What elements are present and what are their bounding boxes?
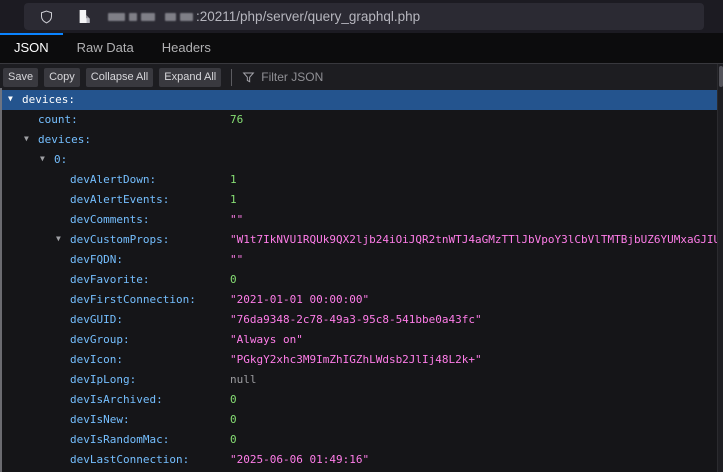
tab-raw-data[interactable]: Raw Data	[63, 33, 148, 63]
property-value: ""	[230, 250, 243, 270]
redacted-segment	[108, 13, 125, 21]
toolbar-buttons: Save Copy Collapse All Expand All	[3, 68, 227, 87]
copy-button[interactable]: Copy	[44, 68, 80, 87]
property-key: devIsRandomMac:	[70, 433, 169, 446]
tree-row-devFQDN[interactable]: ▼devFQDN:""	[0, 250, 717, 270]
property-value: "2021-01-01 00:00:00"	[230, 290, 369, 310]
tree-row-devLastConnection[interactable]: ▼devLastConnection:"2025-06-06 01:49:16"	[0, 450, 717, 470]
property-key: count:	[38, 113, 78, 126]
browser-toolbar: :20211/php/server/query_graphql.php	[0, 0, 723, 33]
tree-row-devComments[interactable]: ▼devComments:""	[0, 210, 717, 230]
property-value: "76da9348-2c78-49a3-95c8-541bbe0a43fc"	[230, 310, 482, 330]
property-key: devLastConnection:	[70, 453, 189, 466]
tree-row-devFirstConnection[interactable]: ▼devFirstConnection:"2021-01-01 00:00:00…	[0, 290, 717, 310]
property-value: 76	[230, 110, 243, 130]
property-value: null	[230, 370, 257, 390]
json-toolbar: Save Copy Collapse All Expand All	[0, 64, 723, 90]
property-value: "2025-06-06 01:49:16"	[230, 450, 369, 470]
property-value: "PGkgY2xhc3M9ImZhIGZhLWdsb2JlIj48L2k+"	[230, 350, 482, 370]
scrollbar-thumb[interactable]	[719, 66, 723, 87]
property-value: 1	[230, 190, 237, 210]
property-key: devices:	[22, 93, 75, 106]
collapse-all-button[interactable]: Collapse All	[86, 68, 153, 87]
property-key: devFirstConnection:	[70, 293, 196, 306]
expand-all-button[interactable]: Expand All	[159, 68, 221, 87]
property-key: 0:	[54, 153, 67, 166]
redacted-segment	[165, 13, 176, 21]
property-key: devGUID:	[70, 313, 123, 326]
tree-row-devGroup[interactable]: ▼devGroup:"Always on"	[0, 330, 717, 350]
property-key: devIsArchived:	[70, 393, 163, 406]
expander-triangle-icon[interactable]: ▼	[40, 150, 54, 169]
json-viewer-window: :20211/php/server/query_graphql.php JSON…	[0, 0, 723, 472]
tree-row-devCustomProps[interactable]: ▼devCustomProps: "W1t7IkNVU1RQUk9QX2ljb24…	[0, 230, 717, 250]
redacted-url-host	[108, 13, 193, 21]
property-key: devFQDN:	[70, 253, 123, 266]
expander-triangle-icon[interactable]: ▼	[56, 230, 70, 249]
expander-triangle-icon[interactable]: ▼	[24, 130, 38, 149]
redacted-segment	[180, 13, 193, 21]
property-value: 0	[230, 430, 237, 450]
page-icon[interactable]	[76, 9, 92, 25]
property-key: devIpLong:	[70, 373, 136, 386]
property-key: devAlertEvents:	[70, 193, 169, 206]
tree-row-devAlertEvents[interactable]: ▼devAlertEvents:1	[0, 190, 717, 210]
json-tree: ▼devices:▼count:76▼devices:▼0:▼devAlertD…	[0, 90, 717, 472]
expander-triangle-icon[interactable]: ▼	[8, 90, 22, 109]
tree-row-devAlertDown[interactable]: ▼devAlertDown:1	[0, 170, 717, 190]
property-value: 1	[230, 170, 237, 190]
funnel-icon	[242, 71, 255, 84]
property-value: 0	[230, 410, 237, 430]
tab-json[interactable]: JSON	[0, 33, 63, 63]
tree-row-devices[interactable]: ▼devices:	[0, 90, 717, 110]
property-value: "W1t7IkNVU1RQUk9QX2ljb24iOiJQR2tnWTJ4aGM…	[230, 230, 717, 250]
property-key: devComments:	[70, 213, 149, 226]
property-value: "Always on"	[230, 330, 303, 350]
property-key: devAlertDown:	[70, 173, 156, 186]
tree-row-devIsRandomMac[interactable]: ▼devIsRandomMac:0	[0, 430, 717, 450]
tree-row-devIsArchived[interactable]: ▼devIsArchived:0	[0, 390, 717, 410]
toolbar-separator	[231, 69, 232, 86]
redacted-segment	[141, 13, 155, 21]
tree-row-devIpLong[interactable]: ▼devIpLong:null	[0, 370, 717, 390]
tree-row-0[interactable]: ▼0:	[0, 150, 717, 170]
property-key: devIsNew:	[70, 413, 130, 426]
url-text: :20211/php/server/query_graphql.php	[196, 9, 420, 24]
tree-row-devIcon[interactable]: ▼devIcon:"PGkgY2xhc3M9ImZhIGZhLWdsb2JlIj…	[0, 350, 717, 370]
property-value: 0	[230, 390, 237, 410]
shield-icon[interactable]	[38, 9, 54, 25]
property-key: devFavorite:	[70, 273, 149, 286]
tree-row-count[interactable]: ▼count:76	[0, 110, 717, 130]
filter-json-input[interactable]	[261, 70, 481, 84]
viewer-tabbar: JSONRaw DataHeaders	[0, 33, 723, 64]
property-key: devCustomProps:	[70, 233, 169, 246]
tree-row-devIsNew[interactable]: ▼devIsNew:0	[0, 410, 717, 430]
property-value: ""	[230, 210, 243, 230]
tab-headers[interactable]: Headers	[148, 33, 225, 63]
tree-row-devices[interactable]: ▼devices:	[0, 130, 717, 150]
property-key: devIcon:	[70, 353, 123, 366]
url-bar[interactable]: :20211/php/server/query_graphql.php	[24, 3, 704, 30]
tree-row-devGUID[interactable]: ▼devGUID:"76da9348-2c78-49a3-95c8-541bbe…	[0, 310, 717, 330]
property-key: devices:	[38, 133, 91, 146]
property-value: 0	[230, 270, 237, 290]
tree-row-devFavorite[interactable]: ▼devFavorite:0	[0, 270, 717, 290]
panel-left-edge	[0, 88, 2, 472]
save-button[interactable]: Save	[3, 68, 38, 87]
redacted-segment	[129, 13, 137, 21]
vertical-scrollbar[interactable]	[717, 64, 723, 472]
property-key: devGroup:	[70, 333, 130, 346]
